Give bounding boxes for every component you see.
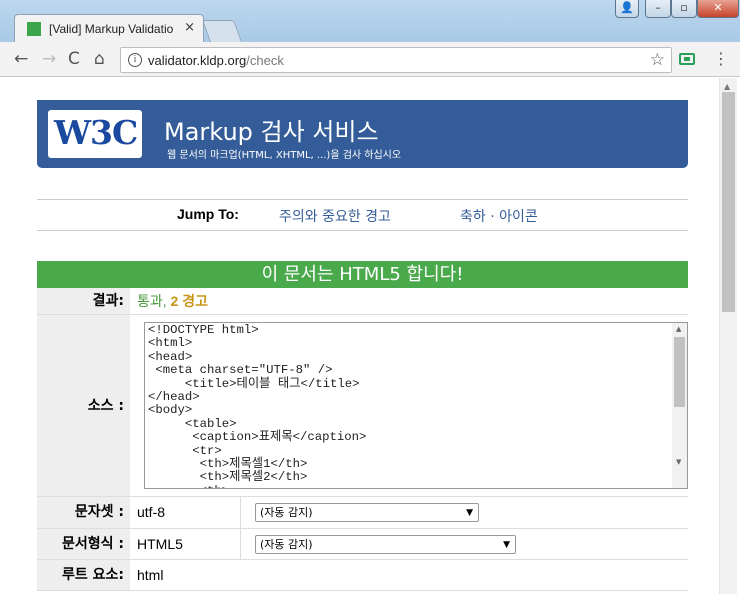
source-row: 소스 : <!DOCTYPE html> <html> <head> <meta…: [37, 315, 688, 497]
browser-tab[interactable]: [Valid] Markup Validatio ×: [14, 14, 204, 42]
address-bar[interactable]: i validator.kldp.org/check ☆: [120, 47, 672, 73]
charset-select[interactable]: (자동 감지) ▼: [255, 503, 479, 522]
charset-value: utf-8: [137, 504, 166, 520]
result-pass-text: 통과,: [137, 293, 167, 309]
reload-button[interactable]: C: [68, 49, 80, 69]
doctype-row: 문서형식 : HTML5 (자동 감지) ▼: [37, 529, 688, 560]
user-icon: 👤: [620, 1, 634, 14]
url-path: /check: [246, 53, 284, 68]
close-window-button[interactable]: ✕: [697, 0, 739, 18]
root-element-value: html: [137, 567, 164, 583]
source-textarea[interactable]: <!DOCTYPE html> <html> <head> <meta char…: [144, 322, 688, 489]
browser-menu-icon[interactable]: ⋮: [713, 49, 729, 69]
jump-to-bar: Jump To: 주의와 중요한 경고 축하 · 아이콘: [37, 199, 688, 231]
scroll-up-icon[interactable]: ▲: [724, 82, 730, 91]
url-host: validator.kldp.org: [148, 53, 247, 68]
page-scrollbar[interactable]: ▲: [719, 78, 737, 594]
result-label: 결과:: [37, 288, 130, 314]
maximize-icon: ▫: [680, 1, 688, 14]
back-button[interactable]: ←: [14, 49, 28, 69]
minimize-button[interactable]: –: [645, 0, 671, 18]
w3c-logo[interactable]: W3C: [48, 110, 142, 158]
site-info-icon[interactable]: i: [128, 53, 142, 67]
tab-close-icon[interactable]: ×: [184, 20, 195, 35]
source-scroll-up-icon[interactable]: ▲: [676, 325, 681, 333]
source-code: <!DOCTYPE html> <html> <head> <meta char…: [148, 323, 367, 488]
validation-result-header: 이 문서는 HTML5 합니다!: [37, 261, 688, 288]
page-viewport: W3C Markup 검사 서비스 웹 문서의 마크업(HTML, XHTML,…: [0, 78, 740, 594]
jump-link-warnings[interactable]: 주의와 중요한 경고: [279, 206, 391, 226]
source-scrollbar[interactable]: ▲ ▼: [672, 323, 687, 488]
root-element-label: 루트 요소:: [37, 560, 130, 590]
validator-favicon-icon: [27, 22, 41, 36]
w3c-logo-text: W3C: [54, 113, 138, 152]
charset-select-value: (자동 감지): [260, 506, 313, 519]
source-scroll-down-icon[interactable]: ▼: [676, 458, 681, 466]
doctype-select-value: (자동 감지): [260, 538, 313, 551]
url-text[interactable]: validator.kldp.org/check: [148, 53, 284, 68]
dropdown-arrow-icon: ▼: [503, 540, 510, 550]
title-bar: [Valid] Markup Validatio × 👤 – ▫ ✕: [0, 0, 740, 42]
dropdown-arrow-icon: ▼: [466, 508, 473, 518]
close-icon: ✕: [713, 1, 723, 14]
doctype-select[interactable]: (자동 감지) ▼: [255, 535, 516, 554]
maximize-button[interactable]: ▫: [671, 0, 697, 18]
header-banner: W3C Markup 검사 서비스 웹 문서의 마크업(HTML, XHTML,…: [37, 100, 688, 168]
user-profile-button[interactable]: 👤: [615, 0, 639, 18]
jump-to-label: Jump To:: [177, 206, 239, 222]
page-subtitle: 웹 문서의 마크업(HTML, XHTML, ...)을 검사 하십시오: [167, 150, 402, 161]
doctype-label: 문서형식 :: [37, 529, 130, 559]
source-label: 소스 :: [37, 315, 130, 496]
charset-label: 문자셋 :: [37, 497, 130, 528]
column-divider: [240, 497, 241, 528]
new-tab-button[interactable]: [201, 20, 243, 42]
result-warning-link[interactable]: 2 경고: [171, 293, 208, 309]
jump-link-congrats-icons[interactable]: 축하 · 아이콘: [460, 206, 538, 226]
doctype-value: HTML5: [137, 536, 183, 552]
home-button[interactable]: ⌂: [94, 49, 105, 69]
result-row: 결과: 통과, 2 경고: [37, 288, 688, 315]
tab-title: [Valid] Markup Validatio: [49, 22, 174, 36]
column-divider: [240, 529, 241, 559]
page-scroll-thumb[interactable]: [722, 92, 735, 312]
page-title: Markup 검사 서비스: [164, 118, 379, 146]
bookmark-star-icon[interactable]: ☆: [650, 50, 665, 70]
minimize-icon: –: [655, 1, 661, 14]
validator-page: W3C Markup 검사 서비스 웹 문서의 마크업(HTML, XHTML,…: [6, 78, 719, 594]
root-element-row: 루트 요소: html: [37, 560, 688, 591]
browser-window: [Valid] Markup Validatio × 👤 – ▫ ✕ ← → C…: [0, 0, 740, 594]
forward-button[interactable]: →: [42, 49, 56, 69]
result-value: 통과, 2 경고: [137, 288, 208, 314]
charset-row: 문자셋 : utf-8 (자동 감지) ▼: [37, 497, 688, 529]
extension-icon[interactable]: [679, 53, 695, 65]
source-scroll-thumb[interactable]: [674, 337, 685, 407]
browser-toolbar: ← → C ⌂ i validator.kldp.org/check ☆ ⋮: [0, 42, 740, 77]
